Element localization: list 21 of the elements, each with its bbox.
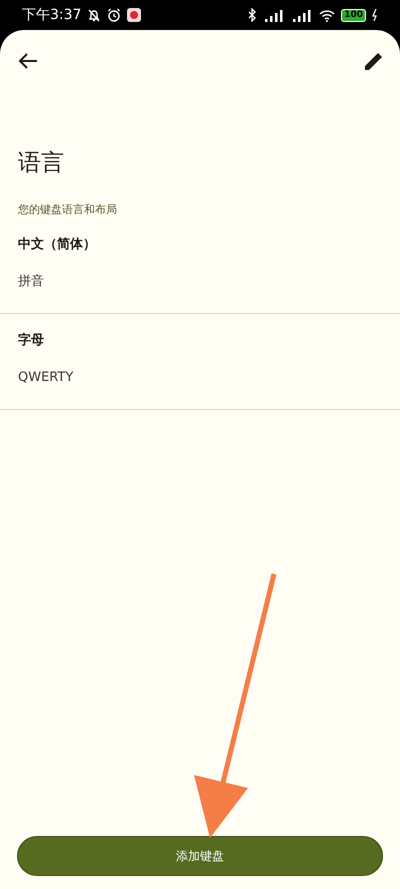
layout-name: 拼音 bbox=[18, 273, 44, 291]
back-arrow-icon[interactable] bbox=[18, 53, 38, 69]
section-subtitle: 您的键盘语言和布局 bbox=[18, 202, 117, 218]
bell-off-icon bbox=[87, 8, 102, 22]
charging-icon bbox=[372, 9, 378, 21]
app-icon bbox=[127, 8, 142, 22]
layout-name: QWERTY bbox=[18, 369, 74, 387]
alarm-icon bbox=[107, 8, 122, 22]
page-title: 语言 bbox=[18, 149, 64, 178]
clock-time: 下午3:37 bbox=[22, 6, 82, 24]
language-name: 中文（简体） bbox=[18, 236, 96, 254]
signal-icon bbox=[263, 8, 286, 22]
pencil-icon[interactable] bbox=[364, 51, 384, 71]
wifi-icon bbox=[319, 8, 336, 22]
language-name: 字母 bbox=[18, 332, 44, 350]
add-keyboard-button[interactable]: 添加键盘 bbox=[17, 836, 383, 876]
battery-level: 100 bbox=[341, 8, 366, 22]
signal-icon bbox=[291, 8, 314, 22]
bluetooth-icon bbox=[248, 8, 258, 22]
language-item[interactable]: 字母 QWERTY bbox=[0, 314, 400, 410]
language-item[interactable]: 中文（简体） 拼音 bbox=[0, 218, 400, 314]
